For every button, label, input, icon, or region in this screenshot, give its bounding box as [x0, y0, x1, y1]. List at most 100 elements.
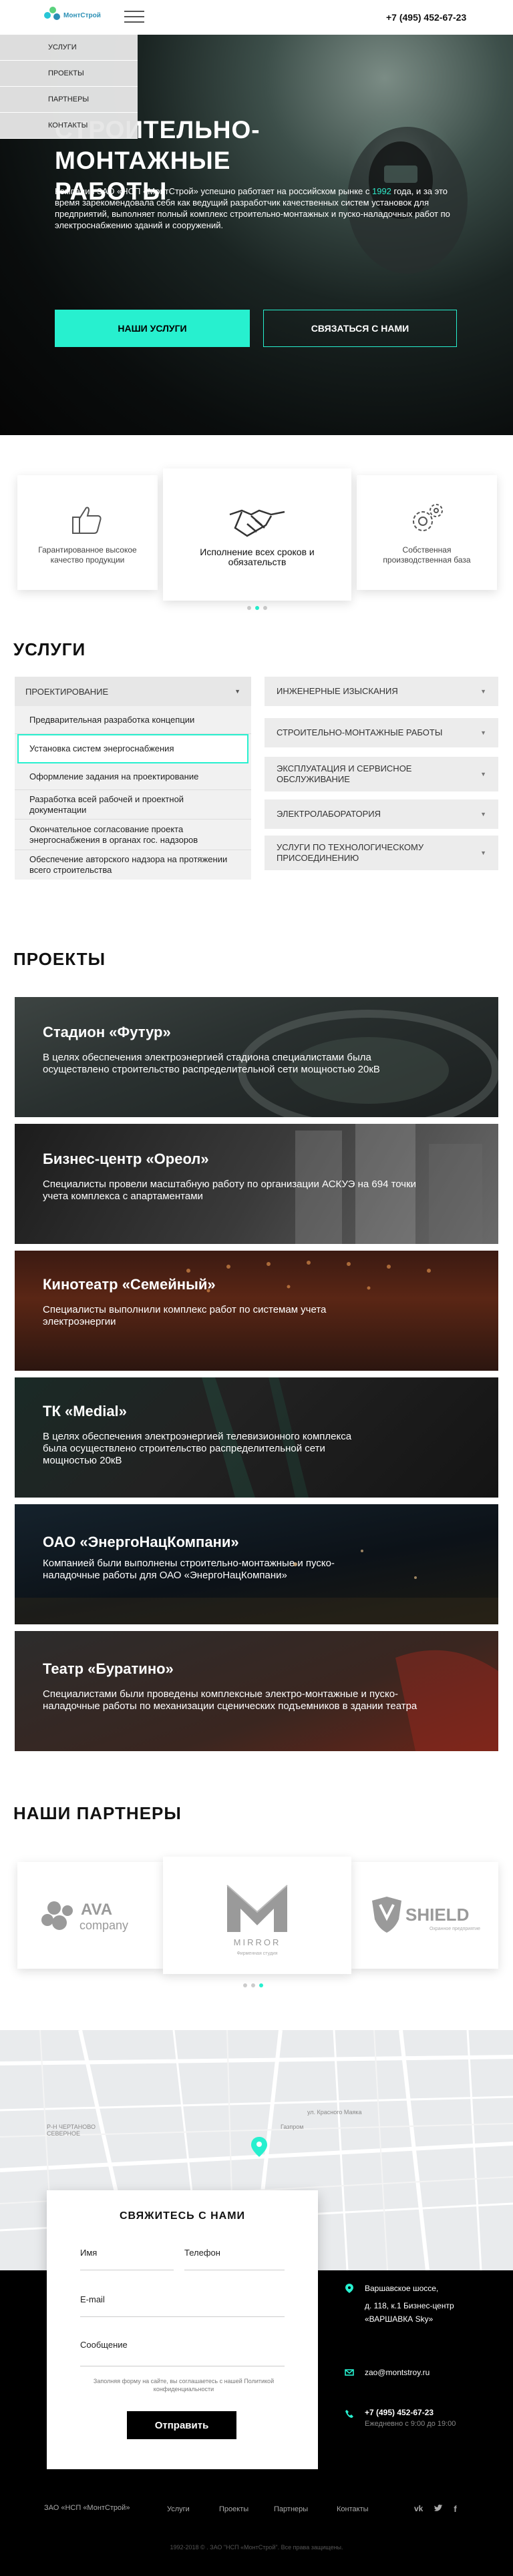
submit-button[interactable]: Отправить	[127, 2411, 236, 2439]
footer-phone-link[interactable]: +7 (495) 452-67-23	[365, 2406, 434, 2419]
logo-mark-icon	[44, 7, 61, 24]
service-subitem-task[interactable]: Оформление задания на проектирование	[15, 763, 251, 790]
service-maintenance[interactable]: ЭКСПЛУАТАЦИЯ И СЕРВИСНОЕ ОБСЛУЖИВАНИЕ ▼	[265, 757, 498, 791]
project-card-theater[interactable]: Театр «Буратино» Специалистами были пров…	[15, 1631, 498, 1751]
nav-dropdown-menu: УСЛУГИ ПРОЕКТЫ ПАРТНЕРЫ КОНТАКТЫ	[0, 35, 138, 139]
partners-slider-dots	[243, 1983, 263, 1987]
partner-card-ava[interactable]: AVA company	[17, 1862, 166, 1969]
vk-icon[interactable]: vk	[414, 2504, 423, 2514]
site-header: МонтСтрой +7 (495) 452-67-23	[0, 0, 513, 35]
location-pin-icon	[345, 2284, 353, 2293]
message-field[interactable]: Сообщение	[80, 2333, 285, 2366]
project-card-business-center[interactable]: Бизнес-центр «Ореол» Специалисты провели…	[15, 1124, 498, 1244]
project-card-cinema[interactable]: Кинотеатр «Семейный» Специалисты выполни…	[15, 1251, 498, 1371]
feature-text-quality: Гарантированное высокое качество продукц…	[38, 545, 137, 565]
svg-text:company: company	[79, 1919, 128, 1932]
map-label-street: ул. Красного Маяка	[307, 2109, 362, 2116]
service-subitem-supervision[interactable]: Обеспечение авторского надзора на протяж…	[15, 850, 251, 880]
social-links: vk f	[414, 2504, 457, 2514]
project-card-tv-complex[interactable]: ТК «Medial» В целях обеспечения электроэ…	[15, 1377, 498, 1498]
feature-card-deadlines: Исполнение всех сроков и обязательств	[163, 468, 351, 601]
footer-company: ЗАО «НСП «МонтСтрой»	[44, 2504, 130, 2512]
projects-title: ПРОЕКТЫ	[13, 949, 106, 969]
slider-dot-active[interactable]	[255, 606, 259, 610]
slider-dot[interactable]	[263, 606, 267, 610]
footer-nav-services[interactable]: Услуги	[167, 2505, 190, 2513]
service-subitem-documentation[interactable]: Разработка всей рабочей и проектной доку…	[15, 790, 251, 820]
project-text: Специалисты провели масштабную работу по…	[43, 1179, 417, 1202]
project-card-energy-company[interactable]: ОАО «ЭнергоНацКомпани» Компанией были вы…	[15, 1504, 498, 1624]
twitter-icon[interactable]	[434, 2504, 443, 2513]
project-card-stadium[interactable]: Стадион «Футур» В целях обеспечения элек…	[15, 997, 498, 1117]
service-construction-works[interactable]: СТРОИТЕЛЬНО-МОНТАЖНЫЕ РАБОТЫ ▼	[265, 718, 498, 747]
contact-us-button[interactable]: СВЯЗАТЬСЯ С НАМИ	[263, 310, 457, 347]
phone-icon	[345, 2410, 353, 2418]
slider-dot[interactable]	[247, 606, 251, 610]
project-title: ОАО «ЭнергоНацКомпани»	[43, 1534, 239, 1550]
service-electrolab[interactable]: ЭЛЕКТРОЛАБОРАТОРИЯ ▼	[265, 799, 498, 829]
footer-address: Варшавское шоссе, д. 118, к.1 Бизнес-цен…	[365, 2282, 454, 2325]
footer-nav-partners[interactable]: Партнеры	[274, 2505, 308, 2513]
name-field[interactable]: Имя	[80, 2241, 174, 2270]
handshake-icon	[227, 502, 287, 542]
footer-nav-projects[interactable]: Проекты	[219, 2505, 248, 2513]
services-title: УСЛУГИ	[13, 639, 86, 659]
footer-email-link[interactable]: zao@montstroy.ru	[365, 2366, 430, 2378]
project-title: Стадион «Футур»	[43, 1024, 171, 1040]
svg-text:SHIELD: SHIELD	[405, 1905, 469, 1925]
footer-hours: Ежедневно с 9:00 до 19:00	[365, 2420, 456, 2428]
service-subitem-power-systems[interactable]: Установка систем энергоснабжения	[17, 734, 248, 763]
caret-down-icon: ▼	[480, 771, 486, 777]
service-grid-connection[interactable]: УСЛУГИ ПО ТЕХНОЛОГИЧЕСКОМУ ПРИСОЕДИНЕНИЮ…	[265, 836, 498, 870]
svg-text:MIRROR: MIRROR	[234, 1937, 281, 1947]
partner-logo-mirror: MIRROR Фирменная студия	[226, 1885, 288, 1956]
project-title: ТК «Medial»	[43, 1403, 127, 1419]
partner-card-mirror[interactable]: MIRROR Фирменная студия	[163, 1857, 351, 1974]
service-subitem-concept[interactable]: Предварительная разработка концепции	[15, 706, 251, 734]
email-field[interactable]: E-mail	[80, 2288, 285, 2317]
service-subitems: Предварительная разработка концепции Уст…	[15, 706, 251, 880]
feature-text-deadlines: Исполнение всех сроков и обязательств	[200, 547, 315, 567]
header-phone-link[interactable]: +7 (495) 452-67-23	[386, 12, 466, 23]
svg-text:Фирменная студия: Фирменная студия	[236, 1951, 277, 1956]
partner-card-shield[interactable]: SHIELD Охранное предприятие	[350, 1862, 498, 1969]
menu-item-projects[interactable]: ПРОЕКТЫ	[0, 61, 138, 87]
our-services-button[interactable]: НАШИ УСЛУГИ	[55, 310, 250, 347]
menu-item-services[interactable]: УСЛУГИ	[0, 35, 138, 61]
address-line: «ВАРШАВКА Sky»	[365, 2314, 434, 2324]
contact-form: СВЯЖИТЕСЬ С НАМИ Имя Телефон E-mail Сооб…	[47, 2190, 318, 2469]
slider-dot[interactable]	[251, 1983, 255, 1987]
project-title: Бизнес-центр «Ореол»	[43, 1151, 209, 1167]
menu-item-partners[interactable]: ПАРТНЕРЫ	[0, 87, 138, 113]
caret-down-icon: ▼	[234, 688, 240, 695]
caret-down-icon: ▼	[480, 850, 486, 856]
phone-field[interactable]: Телефон	[184, 2241, 285, 2270]
svg-text:AVA: AVA	[81, 1901, 112, 1919]
map-label-district: Р-Н ЧЕРТАНОВО СЕВЕРНОЕ	[47, 2124, 96, 2137]
service-label: ЭЛЕКТРОЛАБОРАТОРИЯ	[277, 809, 381, 819]
footer-nav-contacts[interactable]: Контакты	[337, 2505, 369, 2513]
contact-form-title: СВЯЖИТЕСЬ С НАМИ	[119, 2210, 246, 2222]
thumbs-up-icon	[67, 500, 108, 540]
slider-dot[interactable]	[243, 1983, 247, 1987]
service-label: СТРОИТЕЛЬНО-МОНТАЖНЫЕ РАБОТЫ	[277, 727, 443, 737]
service-engineering-surveys[interactable]: ИНЖЕНЕРНЫЕ ИЗЫСКАНИЯ ▼	[265, 677, 498, 706]
facebook-icon[interactable]: f	[454, 2504, 456, 2514]
caret-down-icon: ▼	[480, 811, 486, 818]
project-title: Кинотеатр «Семейный»	[43, 1276, 216, 1293]
privacy-note: Заполняя форму на сайте, вы соглашаетесь…	[93, 2378, 275, 2392]
menu-item-contacts[interactable]: КОНТАКТЫ	[0, 113, 138, 139]
mail-icon	[345, 2369, 354, 2376]
logo-text: МонтСтрой	[63, 11, 101, 19]
feature-text-production: Собственная производственная база	[383, 545, 471, 565]
slider-dot-active[interactable]	[259, 1983, 263, 1987]
caret-down-icon: ▼	[480, 688, 486, 695]
logo[interactable]: МонтСтрой	[44, 7, 101, 24]
menu-burger-button[interactable]	[124, 11, 144, 24]
service-subitem-approval[interactable]: Окончательное согласование проекта энерг…	[15, 820, 251, 850]
service-header-design[interactable]: ПРОЕКТИРОВАНИЕ ▼	[15, 677, 251, 706]
partner-logo-ava: AVA company	[41, 1901, 128, 1932]
partners-title: НАШИ ПАРТНЕРЫ	[13, 1803, 182, 1823]
feature-card-production: Собственная производственная база	[357, 475, 497, 590]
map-pin-icon[interactable]	[251, 2137, 267, 2157]
